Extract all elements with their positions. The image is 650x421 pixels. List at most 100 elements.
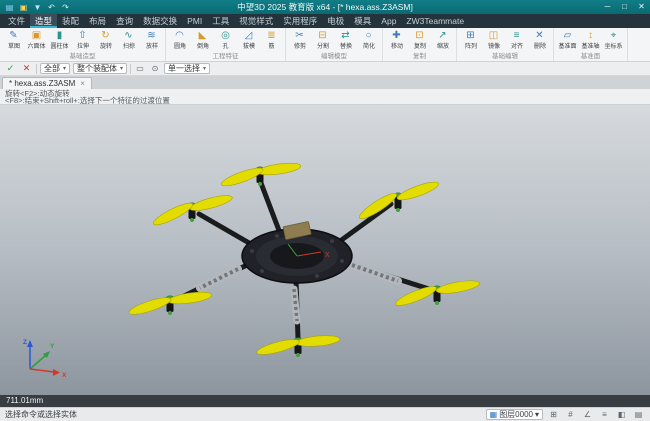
tool-label: 筋 [268, 42, 274, 51]
highlight-icon[interactable]: ⊙ [149, 63, 161, 74]
erase-button[interactable]: ✕ 删除 [528, 29, 551, 52]
menu-item-app[interactable]: App [376, 14, 401, 28]
menu-item-visual-style[interactable]: 视觉样式 [234, 14, 278, 28]
close-button[interactable]: ✕ [633, 0, 650, 14]
simplify-button[interactable]: ○ 简化 [357, 29, 380, 52]
open-file-icon[interactable]: ▣ [18, 2, 29, 13]
sketch-button[interactable]: ✎ 草图 [2, 29, 25, 52]
replace-button[interactable]: ⇄ 替换 [334, 29, 357, 52]
menu-item-mold[interactable]: 模具 [349, 14, 376, 28]
tool-label: 圆角 [173, 42, 185, 51]
panel-toggle-icon[interactable]: ▤ [632, 409, 645, 420]
new-file-icon[interactable]: ▤ [4, 2, 15, 13]
menu-item-electrode[interactable]: 电极 [322, 14, 349, 28]
tool-label: 复制 [413, 42, 425, 51]
datum-plane-button[interactable]: ▱ 基准面 [556, 29, 579, 52]
cancel-button[interactable]: ✕ [20, 63, 33, 74]
title-bar: 中望3D 2025 教育版 x64 - [* hexa.ass.Z3ASM] ▤… [0, 0, 650, 14]
pattern-icon: ⊞ [463, 29, 479, 42]
document-tab[interactable]: * hexa.ass.Z3ASM × [2, 77, 92, 89]
filter-dropdown-label: 全部 [44, 63, 60, 74]
ribbon-group-edit-model: ✂ 修剪 ⊟ 分割 ⇄ 替换 ○ 简化 编辑模型 [286, 28, 383, 61]
quick-access-toolbar: ▤ ▣ ▼ ↶ ↷ [0, 2, 71, 13]
menu-item-inquire[interactable]: 查询 [111, 14, 138, 28]
cylinder-button[interactable]: ▮ 圆柱体 [48, 29, 71, 52]
datum-axis-button[interactable]: ↕ 基准轴 [579, 29, 602, 52]
pick-mode-dropdown[interactable]: 单一选择 ▾ [164, 63, 210, 74]
hole-button[interactable]: ◎ 孔 [214, 29, 237, 52]
tab-close-icon[interactable]: × [80, 79, 85, 88]
ribbon-group-copy: ✚ 移动 ⊡ 复制 ↗ 缩放 复制 [383, 28, 457, 61]
tool-label: 拔模 [242, 42, 254, 51]
status-bar: 选择命令或选择实体 ▦ 图层0000 ▾ ⊞ # ∠ ≡ ◧ ▤ [0, 407, 650, 421]
menu-item-assembly[interactable]: 装配 [57, 14, 84, 28]
chamfer-button[interactable]: ◣ 倒角 [191, 29, 214, 52]
menu-item-utilities[interactable]: 实用程序 [278, 14, 322, 28]
pick-mode-dropdown-label: 单一选择 [168, 63, 200, 74]
menu-item-tools[interactable]: 工具 [207, 14, 234, 28]
grid-toggle-icon[interactable]: # [564, 409, 577, 420]
drone-3d-model[interactable]: X [0, 105, 650, 395]
scope-dropdown[interactable]: 整个装配体 ▾ [73, 63, 127, 74]
redo-icon[interactable]: ↷ [60, 2, 71, 13]
menu-item-data-exchange[interactable]: 数据交换 [138, 14, 182, 28]
tool-label: 孔 [222, 42, 228, 51]
capture-icon[interactable]: ◧ [615, 409, 628, 420]
move-button[interactable]: ✚ 移动 [385, 29, 408, 52]
viewport-3d[interactable]: X [0, 105, 650, 395]
loft-button[interactable]: ≋ 放样 [140, 29, 163, 52]
pattern-button[interactable]: ⊞ 阵列 [459, 29, 482, 52]
extrude-icon: ⇧ [75, 29, 91, 42]
scope-dropdown-label: 整个装配体 [77, 63, 117, 74]
menu-item-zw3teammate[interactable]: ZW3Teammate [401, 14, 469, 28]
menu-item-file[interactable]: 文件 [3, 14, 30, 28]
sweep-button[interactable]: ∿ 扫掠 [117, 29, 140, 52]
chevron-down-icon: ▾ [203, 65, 206, 72]
datum-axis-icon: ↕ [583, 29, 599, 42]
document-tab-label: * hexa.ass.Z3ASM [9, 79, 75, 88]
menu-bar: 文件 造型 装配 布局 查询 数据交换 PMI 工具 视觉样式 实用程序 电极 … [0, 14, 650, 28]
rib-button[interactable]: ≣ 筋 [260, 29, 283, 52]
maximize-button[interactable]: □ [616, 0, 633, 14]
filter-dropdown[interactable]: 全部 ▾ [40, 63, 70, 74]
undo-icon[interactable]: ↶ [46, 2, 57, 13]
fillet-button[interactable]: ◠ 圆角 [168, 29, 191, 52]
rib-icon: ≣ [264, 29, 280, 42]
center-axis-x-label: X [325, 252, 330, 259]
tool-label: 镜像 [487, 42, 499, 51]
divide-button[interactable]: ⊟ 分割 [311, 29, 334, 52]
draft-button[interactable]: ◿ 拔模 [237, 29, 260, 52]
chamfer-icon: ◣ [195, 29, 211, 42]
window-title: 中望3D 2025 教育版 x64 - [* hexa.ass.Z3ASM] [0, 1, 650, 13]
mirror-button[interactable]: ◫ 镜像 [482, 29, 505, 52]
tool-label: 坐标系 [604, 42, 622, 51]
sketch-icon: ✎ [6, 29, 22, 42]
snap-toggle-icon[interactable]: ⊞ [547, 409, 560, 420]
replace-icon: ⇄ [338, 29, 354, 42]
layer-dropdown[interactable]: ▦ 图层0000 ▾ [486, 409, 543, 420]
block-button[interactable]: ▣ 六面体 [25, 29, 48, 52]
csys-button[interactable]: ⌖ 坐标系 [602, 29, 625, 52]
ribbon-group-basic-edit: ⊞ 阵列 ◫ 镜像 ≡ 对齐 ✕ 删除 基础编辑 [457, 28, 554, 61]
prompt-line-2: <F8>:结束+Shift+roll+:选择下一个特征的过渡位置 [5, 97, 645, 104]
loft-icon: ≋ [144, 29, 160, 42]
ortho-toggle-icon[interactable]: ∠ [581, 409, 594, 420]
trim-button[interactable]: ✂ 修剪 [288, 29, 311, 52]
pick-box-icon[interactable]: ▭ [134, 63, 146, 74]
scale-button[interactable]: ↗ 缩放 [431, 29, 454, 52]
revolve-button[interactable]: ↻ 旋转 [94, 29, 117, 52]
simplify-icon: ○ [361, 29, 377, 42]
menu-item-pmi[interactable]: PMI [182, 14, 207, 28]
extrude-button[interactable]: ⇧ 拉伸 [71, 29, 94, 52]
save-icon[interactable]: ▼ [32, 2, 43, 13]
menu-item-shape[interactable]: 造型 [30, 14, 57, 28]
lineweight-toggle-icon[interactable]: ≡ [598, 409, 611, 420]
menu-item-layout[interactable]: 布局 [84, 14, 111, 28]
minimize-button[interactable]: ─ [599, 0, 616, 14]
confirm-button[interactable]: ✓ [4, 63, 17, 74]
align-button[interactable]: ≡ 对齐 [505, 29, 528, 52]
copy-button[interactable]: ⊡ 复制 [408, 29, 431, 52]
document-tab-bar: * hexa.ass.Z3ASM × [0, 76, 650, 89]
tool-label: 替换 [339, 42, 351, 51]
revolve-icon: ↻ [98, 29, 114, 42]
